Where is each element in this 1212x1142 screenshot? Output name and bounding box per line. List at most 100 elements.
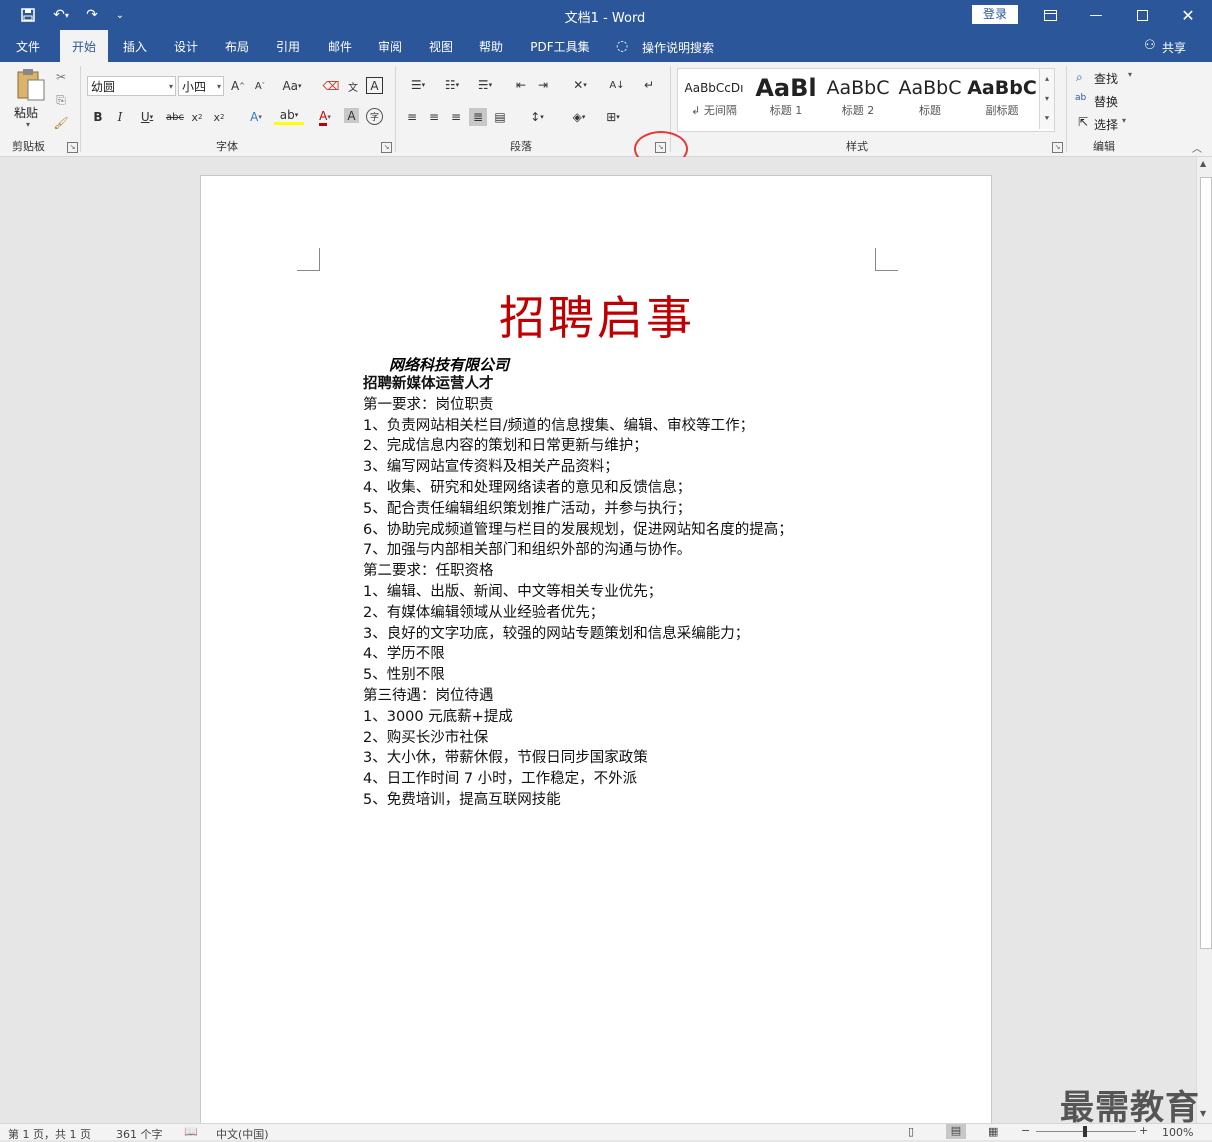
superscript-icon[interactable]: x2 [210,108,228,126]
undo-icon[interactable]: ↶ ▾ [46,5,76,25]
enclose-characters-icon[interactable]: 字 [366,108,383,125]
increase-indent-icon[interactable]: ⇥ [534,76,552,94]
paste-icon[interactable] [14,68,46,104]
tab-view[interactable]: 视图 [420,30,462,62]
tab-help[interactable]: 帮助 [470,30,512,62]
font-launcher-icon[interactable]: ↘ [381,142,392,153]
change-case-icon[interactable]: Aa ▾ [280,77,304,95]
align-left-icon[interactable]: ≡ [403,108,421,126]
web-layout-icon[interactable]: ▦ [988,1125,998,1138]
line-spacing-icon[interactable]: ↕ ▾ [522,108,552,126]
tab-references[interactable]: 引用 [266,30,310,62]
body-line[interactable]: 2、有媒体编辑领域从业经验者优先； [363,603,793,624]
collapse-ribbon-icon[interactable]: ︿ [1192,140,1202,155]
tab-mailings[interactable]: 邮件 [318,30,362,62]
tab-design[interactable]: 设计 [164,30,208,62]
redo-icon[interactable]: ↷ [82,5,102,25]
clipboard-launcher-icon[interactable]: ↘ [67,142,78,153]
document-company[interactable]: 网络科技有限公司 [389,354,509,375]
document-title[interactable]: 招聘启事 [201,282,993,348]
ribbon-display-options-icon[interactable] [1027,0,1073,30]
font-name-combo[interactable]: 幼圆 ▾ [87,76,176,96]
body-line[interactable]: 1、编辑、出版、新闻、中文等相关专业优先； [363,582,793,603]
character-shading-icon[interactable]: A [344,108,359,123]
font-size-combo[interactable]: 小四 ▾ [178,76,224,96]
replace-button[interactable]: 替换 [1094,93,1118,110]
show-marks-icon[interactable]: ↵ [640,76,658,94]
italic-icon[interactable]: I [111,108,129,126]
save-icon[interactable] [18,5,38,25]
strikethrough-icon[interactable]: abc [166,108,184,126]
share-button[interactable]: 共享 [1162,39,1186,56]
chinese-layout-icon[interactable]: ✕ ▾ [566,76,594,94]
word-count[interactable]: 361 个字 [116,1126,163,1142]
body-line[interactable]: 第一要求：岗位职责 [363,395,793,416]
shading-icon[interactable]: ◈ ▾ [564,108,594,126]
justify-icon[interactable]: ≣ [469,108,487,126]
shrink-font-icon[interactable]: Aˇ [251,77,269,95]
copy-icon[interactable]: ⎘ [52,91,70,109]
language-status[interactable]: 中文(中国) [216,1126,269,1142]
body-line[interactable]: 3、编写网站宣传资料及相关产品资料； [363,457,793,478]
tab-file[interactable]: 文件 [6,30,50,62]
document-body[interactable]: 招聘新媒体运营人才 第一要求：岗位职责 1、负责网站相关栏目/频道的信息搜集、编… [363,374,793,811]
vertical-scrollbar[interactable]: ▲ ▼ [1196,157,1212,1123]
grow-font-icon[interactable]: A ^ [229,77,247,95]
proofing-icon[interactable]: 📖 [184,1125,198,1138]
scroll-thumb[interactable] [1200,177,1212,949]
find-button[interactable]: 查找 [1094,70,1118,87]
phonetic-guide-icon[interactable]: 文 [344,77,362,95]
document-canvas[interactable]: 招聘启事 网络科技有限公司 招聘新媒体运营人才 第一要求：岗位职责 1、负责网站… [0,157,1196,1135]
body-line[interactable]: 2、购买长沙市社保 [363,728,793,749]
scroll-up-icon[interactable]: ▲ [1200,159,1206,168]
zoom-out-icon[interactable]: − [1021,1124,1030,1137]
body-line[interactable]: 6、协助完成频道管理与栏目的发展规划，促进网站知名度的提高； [363,520,793,541]
print-layout-icon[interactable]: ▤ [946,1124,966,1139]
align-center-icon[interactable]: ≡ [425,108,443,126]
body-line[interactable]: 7、加强与内部相关部门和组织外部的沟通与协作。 [363,540,793,561]
format-painter-icon[interactable]: 🖌 [52,114,70,132]
maximize-icon[interactable] [1119,0,1165,30]
read-mode-icon[interactable]: ▯ [908,1125,914,1138]
body-line[interactable]: 1、3000 元底薪+提成 [363,707,793,728]
borders-icon[interactable]: ⊞ ▾ [598,108,628,126]
body-line[interactable]: 第三待遇：岗位待遇 [363,686,793,707]
close-icon[interactable]: ✕ [1165,0,1211,30]
tab-review[interactable]: 审阅 [368,30,412,62]
body-line[interactable]: 3、良好的文字功底，较强的网站专题策划和信息采编能力； [363,624,793,645]
customize-qat-icon[interactable]: ⌄ [110,5,130,25]
login-button[interactable]: 登录 [972,5,1018,24]
document-page[interactable]: 招聘启事 网络科技有限公司 招聘新媒体运营人才 第一要求：岗位职责 1、负责网站… [200,175,992,1135]
styles-scroll[interactable]: ▴ ▾ ⯆ [1039,69,1054,129]
numbering-icon[interactable]: ☷ ▾ [437,76,467,94]
tab-pdf-tools[interactable]: PDF工具集 [524,30,596,62]
tab-home[interactable]: 开始 [60,30,108,62]
zoom-level[interactable]: 100% [1162,1126,1193,1139]
character-border-icon[interactable]: A [366,77,383,94]
clear-formatting-icon[interactable]: ⌫ [322,77,340,95]
tab-layout[interactable]: 布局 [216,30,258,62]
style-subtitle[interactable]: AaBbC 副标题 [967,70,1037,124]
style-heading-1[interactable]: AaBl 标题 1 [751,70,821,124]
body-line[interactable]: 2、完成信息内容的策划和日常更新与维护； [363,436,793,457]
minimize-icon[interactable]: — [1073,0,1119,30]
body-line[interactable]: 5、性别不限 [363,665,793,686]
subscript-icon[interactable]: x2 [188,108,206,126]
font-color-icon[interactable]: A ▾ [310,108,340,126]
bullets-icon[interactable]: ☰ ▾ [403,76,433,94]
body-line[interactable]: 5、免费培训，提高互联网技能 [363,790,793,811]
align-right-icon[interactable]: ≡ [447,108,465,126]
body-line[interactable]: 4、收集、研究和处理网络读者的意见和反馈信息； [363,478,793,499]
multilevel-list-icon[interactable]: ☴ ▾ [470,76,500,94]
distributed-icon[interactable]: ▤ [491,108,509,126]
body-line[interactable]: 第二要求：任职资格 [363,561,793,582]
paste-button[interactable]: 粘贴 [14,104,38,121]
select-button[interactable]: 选择 [1094,116,1118,133]
sort-icon[interactable]: A↓ [608,76,626,94]
style-title[interactable]: AaBbC 标题 [895,70,965,124]
style-no-spacing[interactable]: AaBbCcDı ↲ 无间隔 [679,70,749,124]
style-heading-2[interactable]: AaBbC 标题 2 [823,70,893,124]
body-line[interactable]: 5、配合责任编辑组织策划推广活动，并参与执行； [363,499,793,520]
styles-launcher-icon[interactable]: ↘ [1052,142,1063,153]
underline-icon[interactable]: U ▾ [133,108,161,126]
